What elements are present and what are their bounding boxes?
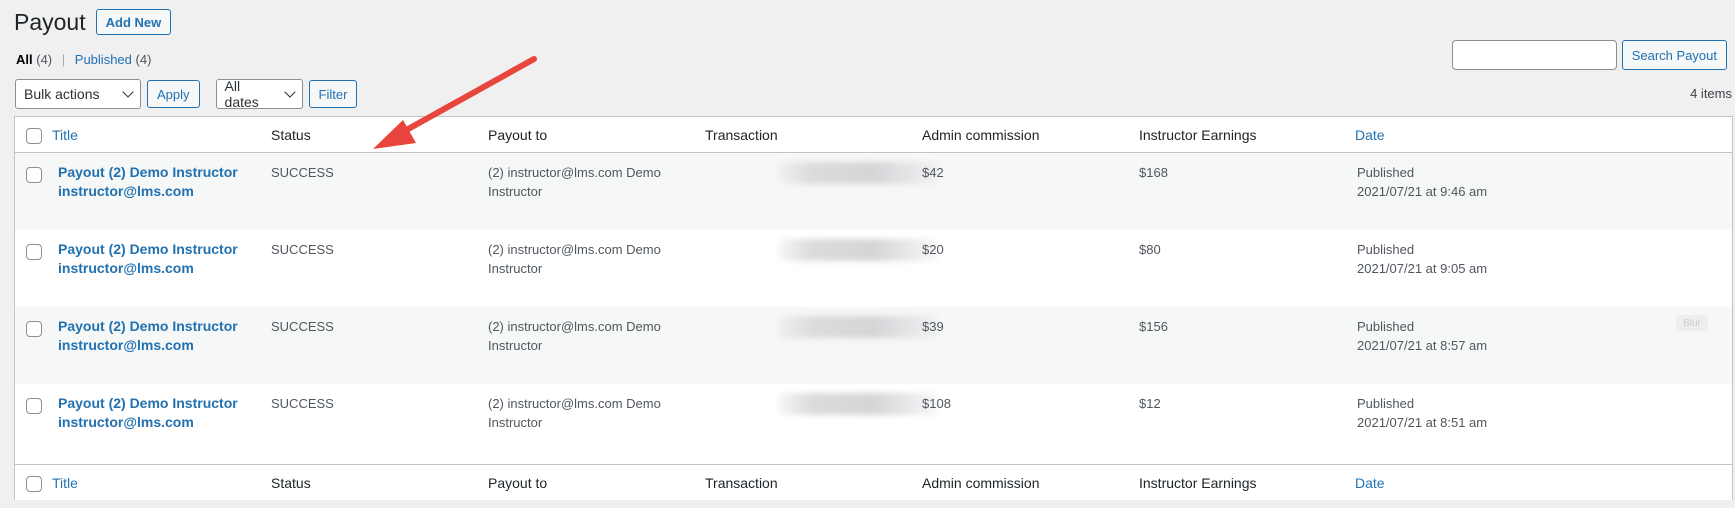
view-filters: All (4) | Published (4) [16,52,151,67]
row-admin-commission: $39 [922,319,944,334]
row-instructor-earnings: $156 [1139,319,1168,334]
row-payout-to: (2) instructor@lms.com Demo Instructor [488,319,661,353]
select-all-checkbox[interactable] [26,476,42,492]
apply-button[interactable]: Apply [147,80,200,108]
column-admin-commission-footer: Admin commission [922,475,1040,491]
column-instructor-earnings-footer: Instructor Earnings [1139,475,1257,491]
column-payout-to-footer: Payout to [488,475,548,491]
row-date-status: Published [1357,396,1415,411]
page-title: Payout [14,9,86,35]
search-payout-button[interactable]: Search Payout [1621,40,1727,70]
column-transaction-header: Transaction [705,127,778,143]
row-date-value: 2021/07/21 at 8:57 am [1357,338,1488,353]
date-filter-select[interactable]: All dates [215,78,303,110]
column-status-footer: Status [271,475,311,491]
column-title-footer[interactable]: Title [52,475,78,491]
view-all-link[interactable]: All [16,52,33,67]
column-date-footer[interactable]: Date [1355,475,1385,491]
row-status: SUCCESS [271,165,334,180]
row-checkbox[interactable] [26,244,42,260]
row-date-status: Published [1357,319,1415,334]
row-admin-commission: $20 [922,242,944,257]
row-instructor-earnings: $168 [1139,165,1168,180]
row-admin-commission: $108 [922,396,951,411]
chevron-down-icon [284,86,296,98]
filter-button[interactable]: Filter [308,80,358,108]
date-filter-label: All dates [224,78,259,110]
row-payout-to: (2) instructor@lms.com Demo Instructor [488,242,661,276]
row-date: Published 2021/07/21 at 8:51 am [1357,394,1557,432]
view-all-count: (4) [36,52,53,67]
view-published-link[interactable]: Published [75,52,132,67]
row-checkbox[interactable] [26,398,42,414]
select-all-checkbox[interactable] [26,128,42,144]
table-nav: Bulk actions Apply All dates Filter [15,78,358,110]
blurred-transaction [778,162,938,184]
row-admin-commission: $42 [922,165,944,180]
table-row: Payout (2) Demo Instructor instructor@lm… [15,307,1732,384]
table-row: Payout (2) Demo Instructor instructor@lm… [15,230,1732,307]
row-payout-to: (2) instructor@lms.com Demo Instructor [488,165,661,199]
blurred-transaction [778,239,938,261]
payout-table: Title Status Payout to Transaction Admin… [14,116,1733,500]
blurred-transaction [778,316,938,338]
table-header: Title Status Payout to Transaction Admin… [15,117,1732,153]
row-status: SUCCESS [271,396,334,411]
row-date-value: 2021/07/21 at 9:05 am [1357,261,1488,276]
row-title-link[interactable]: Payout (2) Demo Instructor instructor@lm… [58,240,258,278]
row-title-link[interactable]: Payout (2) Demo Instructor instructor@lm… [58,394,258,432]
row-date-status: Published [1357,242,1415,257]
row-date: Published 2021/07/21 at 9:05 am [1357,240,1557,278]
column-payout-to-header: Payout to [488,127,548,143]
table-row: Payout (2) Demo Instructor instructor@lm… [15,384,1732,461]
row-instructor-earnings: $80 [1139,242,1161,257]
items-count: 4 items [1690,86,1732,101]
view-separator: | [61,52,66,67]
bulk-actions-select[interactable]: Bulk actions [15,79,141,109]
row-checkbox[interactable] [26,167,42,183]
row-instructor-earnings: $12 [1139,396,1161,411]
column-admin-commission-header: Admin commission [922,127,1040,143]
add-new-button[interactable]: Add New [95,9,172,35]
row-checkbox[interactable] [26,321,42,337]
column-title-header[interactable]: Title [52,127,78,143]
row-status: SUCCESS [271,319,334,334]
column-transaction-footer: Transaction [705,475,778,491]
row-payout-to: (2) instructor@lms.com Demo Instructor [488,396,661,430]
table-footer: Title Status Payout to Transaction Admin… [15,464,1732,500]
blurred-transaction [778,393,938,415]
table-row: Payout (2) Demo Instructor instructor@lm… [15,153,1732,230]
view-published-count: (4) [135,52,152,67]
chevron-down-icon [122,86,134,98]
column-status-header: Status [271,127,311,143]
row-status: SUCCESS [271,242,334,257]
row-date-value: 2021/07/21 at 9:46 am [1357,184,1488,199]
column-date-header[interactable]: Date [1355,127,1385,143]
row-date-status: Published [1357,165,1415,180]
row-date-value: 2021/07/21 at 8:51 am [1357,415,1488,430]
row-title-link[interactable]: Payout (2) Demo Instructor instructor@lm… [58,163,258,201]
bulk-actions-label: Bulk actions [24,86,100,102]
blur-tag: Blur [1676,315,1708,331]
search-input[interactable] [1451,40,1617,70]
row-title-link[interactable]: Payout (2) Demo Instructor instructor@lm… [58,317,258,355]
column-instructor-earnings-header: Instructor Earnings [1139,127,1257,143]
row-date: Published 2021/07/21 at 8:57 am [1357,317,1557,355]
page-heading: Payout Add New [14,8,172,36]
search-box: Search Payout [1451,40,1727,70]
row-date: Published 2021/07/21 at 9:46 am [1357,163,1557,201]
